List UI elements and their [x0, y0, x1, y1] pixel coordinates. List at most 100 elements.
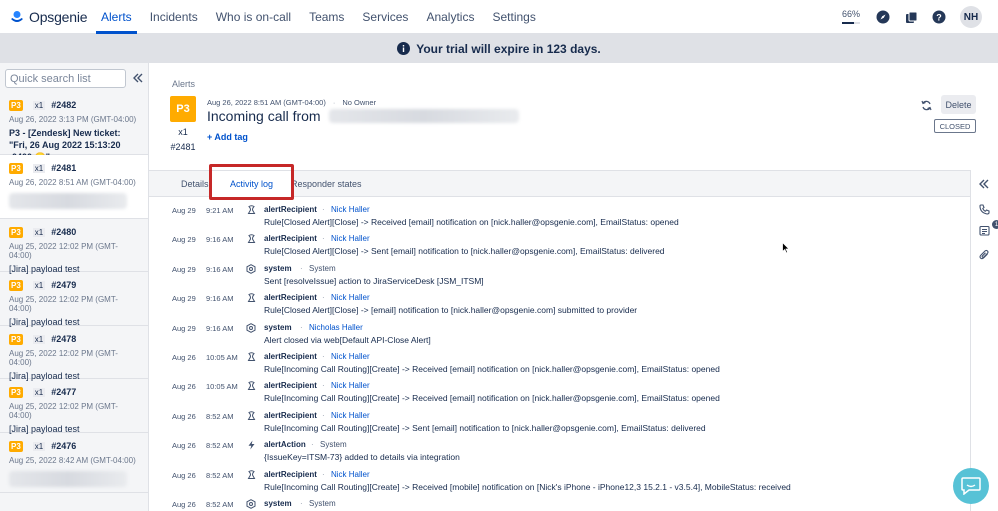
- alert-list-item[interactable]: P3 x1 #2477 Aug 25, 2022 12:02 PM (GMT-04:0…: [0, 379, 148, 434]
- priority-badge[interactable]: P3: [170, 96, 196, 122]
- entry-date: Aug 29: [172, 235, 196, 245]
- compass-icon[interactable]: [870, 4, 896, 30]
- opsgenie-logo-icon: [11, 10, 23, 22]
- redacted-message: [9, 193, 127, 209]
- trial-banner: Your trial will expire in 123 days.: [0, 34, 998, 63]
- collapse-list-icon[interactable]: [130, 70, 146, 86]
- activity-entry: Aug 29 9:16 AM system · System Sent [resolveI…: [149, 259, 969, 288]
- notes-icon[interactable]: 1: [977, 220, 998, 237]
- nav-item-incidents[interactable]: Incidents: [141, 0, 207, 34]
- user-avatar[interactable]: NH: [960, 6, 982, 28]
- entry-user[interactable]: Nick Haller: [331, 352, 370, 361]
- alert-item-header: P3 x1 #2481: [9, 161, 139, 175]
- bell-icon: [246, 381, 256, 391]
- quick-search-input[interactable]: [5, 69, 126, 88]
- help-icon[interactable]: ?: [926, 4, 952, 30]
- entry-separator: ·: [322, 352, 325, 361]
- entry-time: 9:16 AM: [206, 294, 234, 304]
- notes-count-badge: 1: [992, 220, 998, 229]
- alert-list-item[interactable]: P3 x1 #2482 Aug 26, 2022 3:13 PM (GMT-04:00…: [0, 92, 148, 162]
- entry-time: 9:16 AM: [206, 323, 234, 333]
- activity-log: Aug 29 9:21 AM alertRecipient · Nick Haller R…: [149, 200, 969, 511]
- usage-indicator[interactable]: 66%: [838, 9, 864, 24]
- alert-owner[interactable]: No Owner: [342, 98, 376, 107]
- alert-id: #2477: [51, 387, 77, 397]
- entry-user[interactable]: Nick Haller: [331, 411, 370, 420]
- entry-user[interactable]: Nick Haller: [331, 205, 370, 214]
- entry-separator: ·: [322, 469, 325, 479]
- expand-panel-icon[interactable]: [977, 177, 991, 191]
- entry-date: Aug 29: [172, 323, 196, 333]
- activity-entry: Aug 29 9:21 AM alertRecipient · Nick Haller R…: [149, 200, 969, 229]
- apps-icon[interactable]: [898, 4, 924, 30]
- delete-button[interactable]: Delete: [941, 95, 976, 114]
- usage-bar-fill: [842, 22, 854, 24]
- entry-user: System: [309, 499, 336, 508]
- alert-item-header: P3 x1 #2478: [9, 332, 139, 346]
- entry-user[interactable]: Nick Haller: [331, 381, 370, 390]
- activity-entry: Aug 26 10:05 AM alertRecipient · Nick Haller…: [149, 347, 969, 376]
- alert-detail: Alerts P3 x1 #2481 Aug 26, 2022 8:51 AM …: [149, 63, 998, 511]
- nav-item-who-is-on-call[interactable]: Who is on-call: [207, 0, 300, 34]
- alert-created-date: Aug 26, 2022 8:51 AM (GMT-04:00): [207, 98, 326, 107]
- priority-badge: P3: [9, 333, 23, 345]
- alert-list-item[interactable]: P3 x1 #2480 Aug 25, 2022 12:02 PM (GMT-04:0…: [0, 219, 148, 274]
- alert-id: #2480: [51, 227, 77, 237]
- entry-time: 8:52 AM: [206, 441, 234, 451]
- alert-id: #2478: [51, 334, 77, 344]
- add-tag-button[interactable]: + Add tag: [207, 132, 248, 142]
- help-chat-button[interactable]: [953, 468, 989, 504]
- meta-separator: ·: [332, 98, 336, 107]
- entry-time: 8:52 AM: [206, 411, 234, 421]
- right-rail: 1: [970, 170, 998, 511]
- tab-details[interactable]: Details: [181, 171, 209, 197]
- app-logo[interactable]: Opsgenie: [10, 9, 88, 25]
- phone-icon[interactable]: [977, 202, 991, 216]
- entry-message: {IssueKey=ITSM-73} added to details via …: [264, 452, 460, 463]
- entry-user[interactable]: Nick Haller: [331, 293, 370, 302]
- highlight-box: [209, 164, 294, 200]
- system-icon: [246, 499, 256, 509]
- alert-count: x1: [32, 163, 46, 173]
- entry-actor: alertAction: [264, 440, 306, 450]
- alert-title: Incoming call from: [207, 108, 519, 124]
- entry-message: Rule[Incoming Call Routing][Create] -> R…: [264, 393, 720, 404]
- entry-message: Rule[Incoming Call Routing][Create] -> S…: [264, 422, 706, 433]
- nav-item-analytics[interactable]: Analytics: [417, 0, 483, 34]
- alert-list-item[interactable]: P3 x1 #2479 Aug 25, 2022 12:02 PM (GMT-04:0…: [0, 272, 148, 327]
- entry-time: 10:05 AM: [206, 382, 238, 392]
- top-nav: Opsgenie Alerts Incidents Who is on-call Te…: [0, 0, 998, 34]
- activity-entry: Aug 26 10:05 AM alertRecipient · Nick Haller…: [149, 376, 969, 405]
- app-name: Opsgenie: [29, 8, 88, 25]
- nav-item-alerts[interactable]: Alerts: [92, 0, 141, 34]
- alert-date: Aug 25, 2022 12:02 PM (GMT-04:00): [9, 349, 118, 367]
- alert-list-item[interactable]: P3 x1 #2481 Aug 26, 2022 8:51 AM (GMT-04:00…: [0, 155, 148, 219]
- refresh-icon[interactable]: [919, 98, 933, 112]
- nav-item-teams[interactable]: Teams: [300, 0, 353, 34]
- entry-user: System: [320, 440, 347, 450]
- entry-actor: alertRecipient: [264, 293, 317, 303]
- entry-separator: ·: [322, 410, 325, 420]
- redacted-caller: [328, 109, 519, 123]
- entry-user[interactable]: Nick Haller: [331, 234, 370, 243]
- activity-entry: Aug 29 9:16 AM system · Nicholas Haller Alert…: [149, 318, 969, 347]
- entry-actor: alertRecipient: [264, 381, 317, 391]
- entry-separator: ·: [322, 293, 325, 303]
- attachment-icon[interactable]: [977, 247, 991, 261]
- entry-user[interactable]: Nick Haller: [331, 470, 370, 479]
- entry-date: Aug 26: [172, 382, 196, 392]
- priority-badge: P3: [9, 99, 23, 111]
- alert-list-item[interactable]: P3 x1 #2478 Aug 25, 2022 12:02 PM (GMT-04:0…: [0, 326, 148, 381]
- nav-item-services[interactable]: Services: [353, 0, 417, 34]
- entry-user[interactable]: Nicholas Haller: [309, 323, 363, 332]
- alert-count: x1: [32, 100, 46, 110]
- alert-list-item[interactable]: P3 x1 #2476 Aug 25, 2022 8:42 AM (GMT-04:00…: [0, 433, 148, 493]
- tab-responder-states[interactable]: Responder states: [291, 171, 362, 197]
- alert-count: x1: [32, 280, 46, 290]
- alert-id: #2481: [51, 163, 77, 173]
- nav-item-settings[interactable]: Settings: [483, 0, 544, 34]
- entry-time: 9:21 AM: [206, 206, 234, 215]
- alert-date: Aug 25, 2022 8:42 AM (GMT-04:00): [9, 456, 136, 465]
- priority-badge: P3: [9, 386, 23, 398]
- breadcrumb[interactable]: Alerts: [172, 79, 195, 89]
